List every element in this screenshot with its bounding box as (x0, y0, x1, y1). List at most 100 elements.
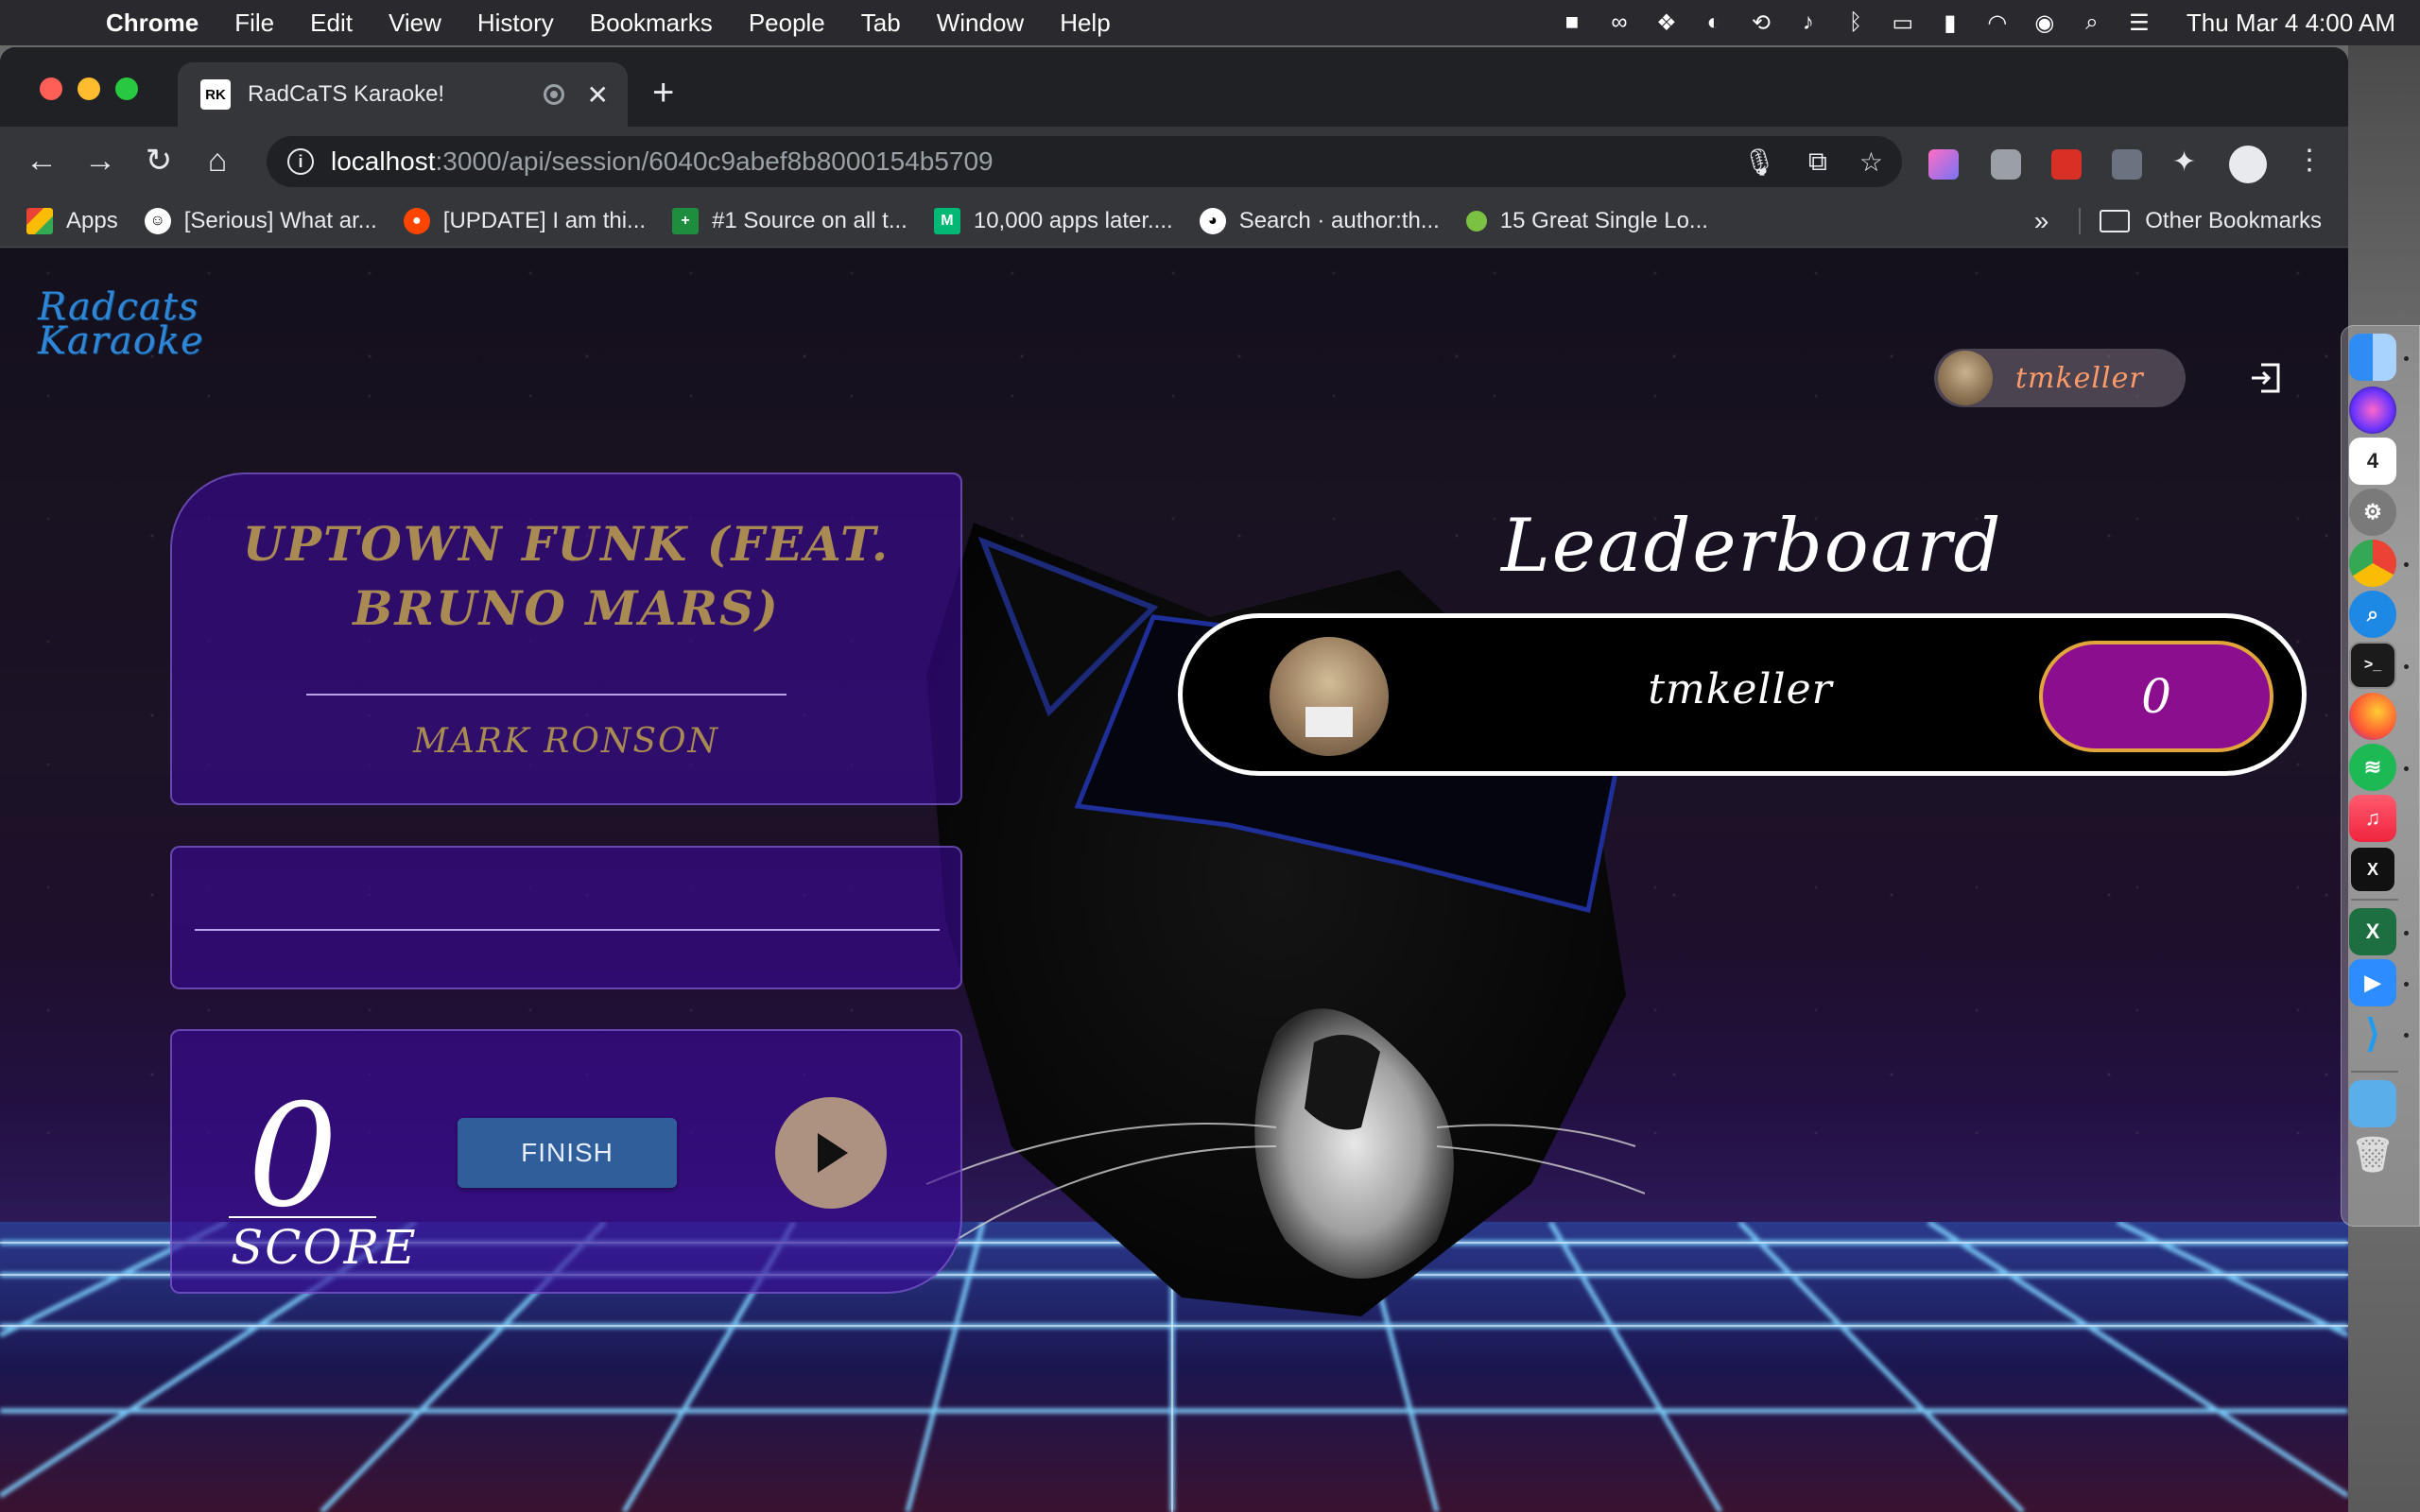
menu-edit[interactable]: Edit (310, 9, 353, 38)
trash-icon[interactable]: 🗑 (2349, 1131, 2396, 1178)
new-tab-button[interactable]: + (652, 72, 674, 114)
zoom-running-dot (2404, 982, 2409, 987)
camera-extension-icon[interactable] (1991, 149, 2021, 180)
dock-separator (2351, 1071, 2398, 1073)
logout-icon[interactable] (2248, 361, 2282, 395)
keyboard-icon[interactable]: ▭ (1888, 10, 1918, 36)
menu-history[interactable]: History (477, 9, 554, 38)
wifi-icon[interactable]: ◠ (1982, 10, 2013, 36)
profile-avatar-icon[interactable] (2229, 146, 2267, 183)
bookmark-label: 10,000 apps later.... (973, 207, 1173, 233)
zoom-window-button[interactable] (115, 77, 138, 100)
user-icon[interactable]: ◉ (2030, 10, 2060, 36)
menu-tab[interactable]: Tab (861, 9, 901, 38)
address-bar[interactable]: i localhost:3000/api/session/6040c9abef8… (267, 136, 1902, 187)
terminal-icon[interactable]: >_ (2349, 642, 2396, 689)
tab-radcats-karaoke[interactable]: RK RadCaTS Karaoke! ✕ (178, 62, 628, 127)
menu-file[interactable]: File (234, 9, 274, 38)
score-label: SCORE (231, 1220, 418, 1275)
chrome-icon[interactable] (2349, 540, 2396, 587)
bookmarks-overflow-button[interactable]: » (2034, 206, 2049, 236)
play-button[interactable] (775, 1097, 887, 1209)
dock-separator (2351, 899, 2398, 901)
close-window-button[interactable] (40, 77, 62, 100)
microphone-icon[interactable]: 🎙 (1742, 146, 1776, 178)
bookmark-label: 15 Great Single Lo... (1499, 207, 1708, 233)
back-arrow-icon[interactable]: ← (23, 142, 60, 180)
menu-view[interactable]: View (389, 9, 441, 38)
status-area: ■ ∞ ❖ ◐ ⟲ ♪ ᛒ ▭ ▮ ◠ ◉ ⌕ ☰ Thu Mar 4 4:00… (1557, 0, 2420, 45)
menu-help[interactable]: Help (1060, 9, 1110, 38)
forward-arrow-icon[interactable]: → (81, 142, 119, 180)
url-path: :3000/api/session/6040c9abef8b8000154b57… (435, 146, 994, 176)
finish-button[interactable]: FINISH (458, 1118, 677, 1188)
site-info-icon[interactable]: i (287, 148, 314, 175)
siri-icon[interactable] (2349, 387, 2396, 434)
radcats-karaoke-logo[interactable]: Radcats Karaoke (38, 288, 204, 360)
menu-window[interactable]: Window (937, 9, 1024, 38)
apps-grid-icon (26, 207, 53, 234)
battery-icon[interactable]: ▮ (1935, 10, 1965, 36)
preview-icon[interactable]: ⌕ (2349, 591, 2396, 638)
bookmark-label: [UPDATE] I am thi... (442, 207, 647, 233)
dropbox-icon[interactable]: ❖ (1651, 10, 1682, 36)
bluetooth-icon[interactable]: ᛒ (1841, 9, 1871, 35)
bookmark-reddit-update[interactable]: ● [UPDATE] I am thi... (403, 207, 647, 234)
time-machine-icon[interactable]: ⟲ (1746, 10, 1776, 36)
firefox-icon[interactable] (2349, 693, 2396, 740)
bookmark-medium[interactable]: M 10,000 apps later.... (933, 207, 1173, 234)
x-air-icon[interactable]: X (2349, 846, 2396, 893)
bookmark-label: Apps (66, 207, 118, 233)
gradient-extension-icon[interactable] (1928, 149, 1959, 180)
leaderboard-score: 0 (2039, 641, 2273, 752)
menu-clock[interactable]: Thu Mar 4 4:00 AM (2187, 9, 2395, 38)
bookmark-github-search[interactable]: ◕ Search · author:th... (1199, 207, 1440, 234)
dropbox-extension-icon[interactable] (2112, 149, 2142, 180)
control-center-icon[interactable]: ☰ (2124, 10, 2154, 36)
zoom-status-icon[interactable]: ■ (1557, 9, 1587, 35)
zoom-icon[interactable]: ▶ (2349, 959, 2396, 1006)
creative-cloud-icon[interactable]: ∞ (1604, 9, 1634, 35)
close-tab-icon[interactable]: ✕ (587, 79, 609, 111)
menu-people[interactable]: People (749, 9, 825, 38)
bookmark-star-icon[interactable]: ☆ (1859, 146, 1883, 178)
score-panel: 0 SCORE FINISH (170, 1029, 962, 1294)
extensions-puzzle-icon[interactable]: ✦ (2172, 146, 2203, 178)
calendar-icon[interactable]: 4 (2349, 438, 2396, 485)
disk-icon[interactable]: ◐ (1699, 9, 1729, 35)
lyrics-divider (195, 929, 940, 931)
open-external-icon[interactable]: ⧉ (1808, 146, 1827, 178)
finder-icon[interactable] (2349, 334, 2396, 381)
user-profile-pill[interactable]: tmkeller (1934, 349, 2186, 407)
menu-app-name[interactable]: Chrome (106, 9, 199, 38)
reload-icon[interactable]: ↻ (140, 142, 178, 180)
recording-indicator-icon (543, 84, 564, 105)
menu-bookmarks[interactable]: Bookmarks (590, 9, 713, 38)
paw-extension-icon[interactable] (2051, 149, 2082, 180)
bookmark-source[interactable]: + #1 Source on all t... (672, 207, 908, 234)
bookmark-great-single[interactable]: 15 Great Single Lo... (1465, 207, 1708, 234)
song-info-panel: UPTOWN FUNK (FEAT. BRUNO MARS) MARK RONS… (170, 472, 962, 805)
leaderboard-title: Leaderboard (1501, 504, 2003, 589)
excel-icon[interactable]: X (2349, 908, 2396, 955)
tab-strip: RK RadCaTS Karaoke! ✕ + (0, 47, 2348, 127)
user-avatar (1938, 351, 1993, 405)
score-divider (229, 1216, 376, 1218)
bookmark-apps[interactable]: Apps (26, 207, 118, 234)
other-bookmarks-button[interactable]: Other Bookmarks (2145, 208, 2322, 234)
system-preferences-icon[interactable]: ⚙ (2349, 489, 2396, 536)
downloads-folder-icon[interactable] (2349, 1080, 2396, 1127)
home-icon[interactable]: ⌂ (199, 142, 236, 180)
music-icon[interactable]: ♫ (2349, 795, 2396, 842)
minimize-window-button[interactable] (78, 77, 100, 100)
spotlight-search-icon[interactable]: ⌕ (2077, 9, 2107, 35)
terminal-running-dot (2404, 664, 2409, 669)
vscode-icon[interactable]: ⟩ (2349, 1010, 2396, 1057)
bookmarks-bar: Apps ☺ [Serious] What ar... ● [UPDATE] I… (0, 195, 2348, 248)
spotify-icon[interactable]: ≋ (2349, 744, 2396, 791)
chrome-menu-icon[interactable]: ⋮ (2295, 144, 2325, 176)
bookmark-label: #1 Source on all t... (712, 207, 908, 233)
bookmark-reddit-serious[interactable]: ☺ [Serious] What ar... (144, 207, 377, 234)
volume-icon[interactable]: ♪ (1793, 9, 1824, 35)
tab-favicon: RK (200, 79, 231, 110)
